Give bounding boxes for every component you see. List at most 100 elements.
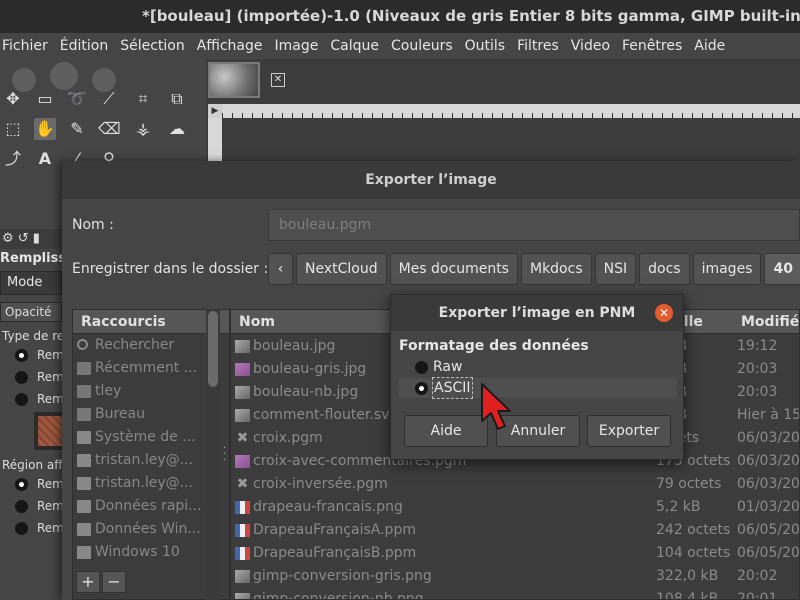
smudge-tool-icon[interactable]: ☁ (166, 118, 188, 140)
add-bookmark-button[interactable]: + (76, 571, 100, 593)
breadcrumb-item[interactable]: Mkdocs (520, 253, 592, 285)
fill-type-radio-2[interactable] (15, 371, 28, 384)
file-modified: 06/03/202 (737, 476, 800, 492)
close-icon[interactable]: ✕ (655, 304, 673, 322)
menu-image[interactable]: Image (271, 38, 323, 54)
text-tool-icon[interactable]: A (34, 148, 56, 170)
file-modified: 06/05/201 (737, 522, 800, 538)
column-name[interactable]: Nom (239, 310, 275, 334)
window-title: *[bouleau] (importée)-1.0 (Niveaux de gr… (0, 0, 800, 33)
filename-input[interactable]: bouleau.pgm (268, 209, 800, 241)
help-button[interactable]: Aide (404, 415, 488, 447)
breadcrumb-item[interactable]: images (692, 253, 762, 285)
tool-options-tabs[interactable]: ⚙ ↺ ▮ (0, 229, 62, 249)
shortcuts-scrollbar-thumb[interactable] (208, 311, 218, 387)
file-row[interactable]: gimp-conversion-gris.png 322,0 kB 20:02 (231, 565, 799, 588)
menu-fichier[interactable]: Fichier (0, 38, 52, 54)
transform-tool-icon[interactable]: ⧉ (166, 88, 188, 110)
close-tab-icon[interactable]: ✕ (271, 73, 285, 87)
menu-outils[interactable]: Outils (461, 38, 509, 54)
file-modified: 20:01 (737, 591, 778, 600)
paths-tool-icon[interactable]: ⤴ (2, 148, 24, 170)
file-modified: 20:03 (737, 384, 778, 400)
mode-select[interactable]: Mode (0, 271, 62, 295)
cancel-button[interactable]: Annuler (496, 415, 580, 447)
ascii-label: ASCII (432, 377, 473, 399)
region-radio-1[interactable] (15, 478, 28, 491)
crop-tool-icon[interactable]: ⌗ (132, 88, 154, 110)
opacity-slider[interactable]: Opacité (0, 302, 62, 322)
file-size: 79 octets (656, 476, 722, 492)
ruler-corner[interactable]: ▶ (208, 104, 222, 118)
fill-type-option-1: Rem (37, 348, 64, 362)
recent-icon (77, 362, 91, 375)
eraser-tool-icon[interactable]: ⌫ (98, 118, 121, 140)
breadcrumb-item[interactable]: NextCloud (296, 253, 387, 285)
breadcrumb-item[interactable]: docs (639, 253, 690, 285)
pnm-dialog-header: Exporter l’image en PNM ✕ (391, 295, 683, 331)
clone-tool-icon[interactable]: ⚶ (132, 118, 154, 140)
region-radio-2[interactable] (15, 500, 28, 513)
file-modified: Hier à 15: (737, 407, 800, 423)
file-icon (235, 340, 250, 353)
file-row[interactable]: ✖croix-inversée.pgm 79 octets 06/03/202 (231, 473, 800, 496)
file-modified: 01/03/202 (737, 499, 800, 515)
breadcrumb-item[interactable]: NSI (594, 253, 637, 285)
raw-option[interactable]: Raw (399, 357, 677, 377)
menu-filtres[interactable]: Filtres (513, 38, 563, 54)
export-dialog-title: Exporter l’image (62, 161, 800, 199)
file-icon (235, 593, 250, 599)
file-name: drapeau-francais.png (253, 499, 403, 515)
pane-resize-handle[interactable]: · · · (223, 444, 227, 468)
column-modified[interactable]: Modifié (741, 310, 799, 334)
breadcrumb-item[interactable]: Mes documents (389, 253, 518, 285)
warp-tool-icon[interactable]: ⬚ (2, 118, 24, 140)
raw-radio[interactable] (415, 361, 428, 374)
menu-video[interactable]: Video (567, 38, 614, 54)
drive-icon (77, 500, 91, 513)
image-tab-thumbnail[interactable] (208, 62, 260, 98)
drive-icon (77, 546, 91, 559)
file-icon: ✖ (236, 430, 249, 446)
file-size: 104 octets (656, 545, 731, 561)
pattern-swatch[interactable] (34, 412, 64, 450)
file-name: bouleau-nb.jpg (253, 384, 359, 400)
menu-selection[interactable]: Sélection (116, 38, 189, 54)
file-icon (235, 501, 250, 514)
region-radio-3[interactable] (15, 522, 28, 535)
breadcrumb: ‹ NextCloud Mes documents Mkdocs NSI doc… (268, 253, 800, 285)
menu-edition[interactable]: Édition (56, 38, 112, 54)
menu-affichage[interactable]: Affichage (193, 38, 267, 54)
ascii-option[interactable]: ASCII (399, 377, 677, 399)
remove-bookmark-button[interactable]: − (102, 571, 126, 593)
file-icon (235, 455, 250, 468)
shortcut-buttons: + − (76, 571, 126, 593)
fuzzy-select-tool-icon[interactable]: ⟋ (98, 88, 120, 110)
file-row[interactable]: DrapeauFrançaisA.ppm 242 octets 06/05/201 (231, 519, 800, 542)
menu-aide[interactable]: Aide (690, 38, 729, 54)
export-button[interactable]: Exporter (587, 415, 671, 447)
drive-icon (77, 454, 91, 467)
file-row[interactable]: drapeau-francais.png 5,2 kB 01/03/202 (231, 496, 800, 519)
menu-calque[interactable]: Calque (326, 38, 383, 54)
fill-type-radio-3[interactable] (15, 393, 28, 406)
rect-select-tool-icon[interactable]: ▭ (34, 88, 56, 110)
menu-fenetres[interactable]: Fenêtres (618, 38, 686, 54)
bucket-fill-tool-icon[interactable]: ✋ (34, 118, 56, 140)
search-icon (77, 339, 88, 350)
drive-icon (77, 523, 91, 536)
file-name: bouleau.jpg (253, 338, 336, 354)
ascii-radio[interactable] (415, 382, 428, 395)
pnm-export-dialog: Exporter l’image en PNM ✕ Formatage des … (390, 294, 684, 460)
breadcrumb-current[interactable]: 40 (764, 253, 800, 285)
breadcrumb-back-icon[interactable]: ‹ (268, 253, 293, 285)
paintbrush-tool-icon[interactable]: ✎ (66, 118, 88, 140)
fill-type-radio-1[interactable] (15, 349, 28, 362)
file-row[interactable]: DrapeauFrançaisB.ppm 104 octets 06/05/201 (231, 542, 799, 565)
move-tool-icon[interactable]: ✥ (2, 88, 24, 110)
file-size: 322,0 kB (656, 568, 719, 584)
file-row[interactable]: gimp-conversion-nb.png 108,4 kB 20:01 (231, 588, 799, 600)
lasso-tool-icon[interactable]: ➰ (66, 88, 88, 110)
menu-couleurs[interactable]: Couleurs (387, 38, 457, 54)
name-label: Nom : (72, 217, 114, 233)
